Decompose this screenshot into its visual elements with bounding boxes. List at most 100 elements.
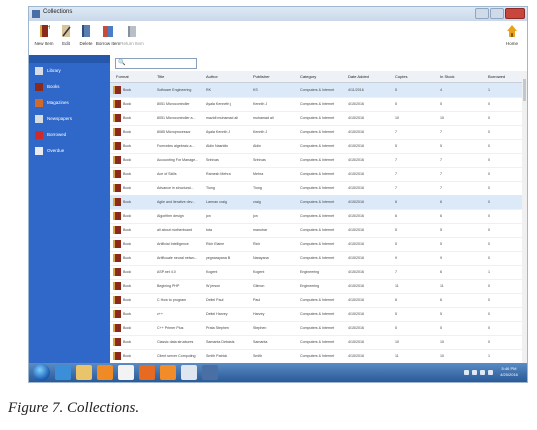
app-icon <box>32 10 40 18</box>
return-item-button[interactable]: Return Item <box>119 23 145 46</box>
sidebar-item-overdue[interactable]: Overdue <box>33 145 107 157</box>
table-cell: Deitel Paul <box>206 298 224 302</box>
volume-icon[interactable] <box>480 370 485 375</box>
media-player-icon[interactable] <box>97 365 113 380</box>
flag-icon[interactable] <box>488 370 493 375</box>
table-cell: 7 <box>440 172 442 176</box>
column-header[interactable]: Category <box>300 74 316 79</box>
table-row[interactable]: Book all about motherboard tota manohar Comp… <box>110 223 522 238</box>
table-cell: Computers & Internet <box>300 298 335 302</box>
table-cell: Ayala Kenneth j <box>206 102 232 106</box>
table-cell: 0 <box>488 312 490 316</box>
table-row[interactable]: Book 8051 Microcontroller Ayala Kenneth jK… <box>110 97 522 112</box>
table-row[interactable]: Book Algorithm design jon jon Computers & In… <box>110 209 522 224</box>
table-cell: 6 <box>395 214 397 218</box>
table-row[interactable]: Book ASP.net 4.0 Kogent Kogent Engineering 4/… <box>110 265 522 280</box>
network-icon[interactable] <box>472 370 477 375</box>
table-cell: Stephen <box>253 326 267 330</box>
table-cell: Harvey <box>253 312 265 316</box>
svg-text:+: + <box>47 24 50 31</box>
sidebar-item-books[interactable]: Books <box>33 81 107 93</box>
table-cell: 7 <box>395 130 397 134</box>
table-row[interactable]: Book Software Engineering RK KS Computers & … <box>110 83 522 98</box>
column-header[interactable]: Date Added <box>348 74 369 79</box>
ie-icon[interactable] <box>55 365 71 380</box>
table-row[interactable]: Book Artificial Intelligence Rich Elaine Ri… <box>110 237 522 252</box>
home-button[interactable]: Home <box>499 23 525 46</box>
column-header[interactable]: Copies <box>395 74 407 79</box>
table-header: Format Title Author Publisher Category Date A… <box>110 71 522 83</box>
book-icon <box>113 142 121 150</box>
table-cell: Ace of Skills <box>157 172 177 176</box>
table-cell: Computers & Internet <box>300 312 335 316</box>
table-row[interactable]: Book Ace of Skills Ramesh Mehra Mehra Comput… <box>110 167 522 182</box>
table-cell: 5 <box>440 144 442 148</box>
column-header[interactable]: Format <box>116 74 129 79</box>
table-row[interactable]: Book 8051 Microcontroller a... mazidi muha… <box>110 111 522 126</box>
table-cell: Kennth J <box>253 102 268 106</box>
table-row[interactable]: Book c++ Deitel Harvey Harvey Computers & In… <box>110 307 522 322</box>
table-cell: Gilmon <box>253 284 265 288</box>
column-header[interactable]: Title <box>157 74 164 79</box>
edit-icon <box>62 25 71 37</box>
clock[interactable]: 5:46 PM 4/25/2016 <box>495 366 523 378</box>
table-row[interactable]: Book Agile and iterative dev... Larman cra… <box>110 195 522 210</box>
sidebar-item-magazines[interactable]: Magazines <box>33 97 107 109</box>
table-row[interactable]: Book Begining PHP W jerson Gilmon Engineerin… <box>110 279 522 294</box>
table-cell: 6 <box>440 214 442 218</box>
table-cell: 4/15/2016 <box>348 144 364 148</box>
table-row[interactable]: Book 8085 Microprocessor Ayala Kennth J Ken… <box>110 125 522 140</box>
document-icon[interactable] <box>181 365 197 380</box>
table-row[interactable]: Book Advance in structural... Tiong Tiong Co… <box>110 181 522 196</box>
table-row[interactable]: Book Artificuale neural netwo... yegnaraya… <box>110 251 522 266</box>
title-bar: Collections <box>29 7 527 21</box>
column-header[interactable]: In Stock <box>440 74 454 79</box>
column-header[interactable]: Publisher <box>253 74 270 79</box>
table-cell: Computers & Internet <box>300 326 335 330</box>
table-cell: Begining PHP <box>157 284 180 288</box>
sidebar-item-newspapers[interactable]: Newspapers <box>33 113 107 125</box>
close-button[interactable] <box>505 8 525 19</box>
column-header[interactable]: Author <box>206 74 218 79</box>
folder-icon[interactable] <box>76 365 92 380</box>
table-cell: muhamad ali <box>253 116 274 120</box>
table-cell: 4 <box>440 88 442 92</box>
maximize-button[interactable] <box>490 8 504 19</box>
app-icon[interactable] <box>160 365 176 380</box>
table-cell: all about motherboard <box>157 228 192 232</box>
table-row[interactable]: Book Fumrzdes algebraic a... Aldin Nasridi… <box>110 139 522 154</box>
table-cell: 10 <box>440 116 444 120</box>
tray-arrow-icon[interactable] <box>464 370 469 375</box>
table-cell: Computers & Internet <box>300 130 335 134</box>
table-cell: Computers & Internet <box>300 228 335 232</box>
table-cell: Kogent <box>206 270 218 274</box>
sidebar-item-library[interactable]: Library <box>33 65 107 77</box>
table-row[interactable]: Book Classic data structures Samanta Debas… <box>110 335 522 350</box>
table-row[interactable]: Book C How to program Deitel Paul Paul Compu… <box>110 293 522 308</box>
firefox-icon[interactable] <box>139 365 155 380</box>
sidebar-item-borrowed[interactable]: Borrowed <box>33 129 107 141</box>
app-window-icon[interactable] <box>202 365 218 380</box>
borrow-item-button[interactable]: Borrow Item <box>95 23 121 46</box>
table-row[interactable]: Book C++ Primer Plus Prata Stephen Stephen C… <box>110 321 522 336</box>
table-cell: Artificuale neural netwo... <box>157 256 198 260</box>
minimize-button[interactable] <box>475 8 489 19</box>
column-header[interactable]: Borrowed <box>488 74 505 79</box>
table-cell: 0 <box>488 116 490 120</box>
figure-caption-text: . Collections. <box>59 400 140 416</box>
table-cell: 4/15/2016 <box>348 186 364 190</box>
table-cell: mazidi muhamad ali <box>206 116 238 120</box>
search-icon: 🔍 <box>118 60 126 66</box>
table-cell: 6 <box>440 270 442 274</box>
table-cell: 5 <box>395 312 397 316</box>
table-row[interactable]: Book Accounting For Manage... Srinivas Srin… <box>110 153 522 168</box>
table-cell: 6 <box>440 298 442 302</box>
table-row[interactable]: Book Client server Computing Smith Patrick… <box>110 349 522 364</box>
scrollbar-thumb[interactable] <box>523 79 526 101</box>
table-cell: 4/15/2016 <box>348 256 364 260</box>
start-button[interactable] <box>33 364 50 381</box>
chrome-icon[interactable] <box>118 365 134 380</box>
table-cell: Rich <box>253 242 261 246</box>
vertical-scrollbar[interactable] <box>522 71 527 363</box>
search-input[interactable]: 🔍 <box>115 58 197 69</box>
